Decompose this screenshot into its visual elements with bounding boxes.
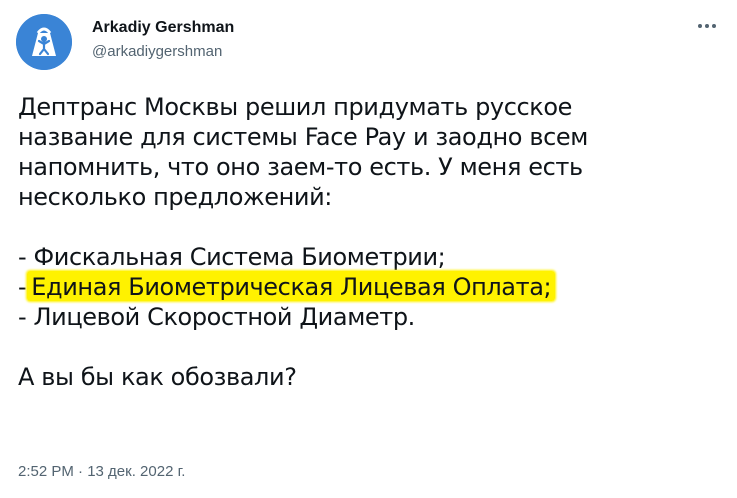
tweet-line: напомнить, что оно заем-то есть. У меня … xyxy=(18,153,583,181)
tweet-text: Дептранс Москвы решил придумать русское … xyxy=(18,92,718,392)
avatar[interactable] xyxy=(16,14,72,70)
list-prefix: - xyxy=(18,303,34,331)
list-prefix: - xyxy=(18,243,34,271)
highlighted-text: Единая Биометрическая Лицевая Оплата; xyxy=(27,271,556,301)
author-name[interactable]: Arkadiy Gershman xyxy=(92,18,234,38)
list-item: - Единая Биометрическая Лицевая Оплата; xyxy=(18,271,718,302)
tweet-timestamp[interactable]: 2:52 PM · 13 дек. 2022 г. xyxy=(18,462,185,482)
profile-logo-icon xyxy=(16,14,72,70)
tweet-line: несколько предложений: xyxy=(18,183,332,211)
author-handle[interactable]: @arkadiygershman xyxy=(92,42,222,62)
list-prefix: - xyxy=(18,273,27,301)
more-dot xyxy=(712,24,716,28)
more-dot xyxy=(698,24,702,28)
tweet-closing: А вы бы как обозвали? xyxy=(18,363,297,391)
tweet-line: Дептранс Москвы решил придумать русское xyxy=(18,93,573,121)
more-options-icon[interactable] xyxy=(691,14,723,38)
more-dot xyxy=(705,24,709,28)
list-item: - Лицевой Скоростной Диаметр. xyxy=(18,302,718,332)
list-text: Лицевой Скоростной Диаметр. xyxy=(33,303,416,331)
list-text: Фискальная Система Биометрии; xyxy=(33,243,446,271)
tweet-line: название для системы Face Pay и заодно в… xyxy=(18,123,588,151)
list-item: - Фискальная Система Биометрии; xyxy=(18,242,718,272)
